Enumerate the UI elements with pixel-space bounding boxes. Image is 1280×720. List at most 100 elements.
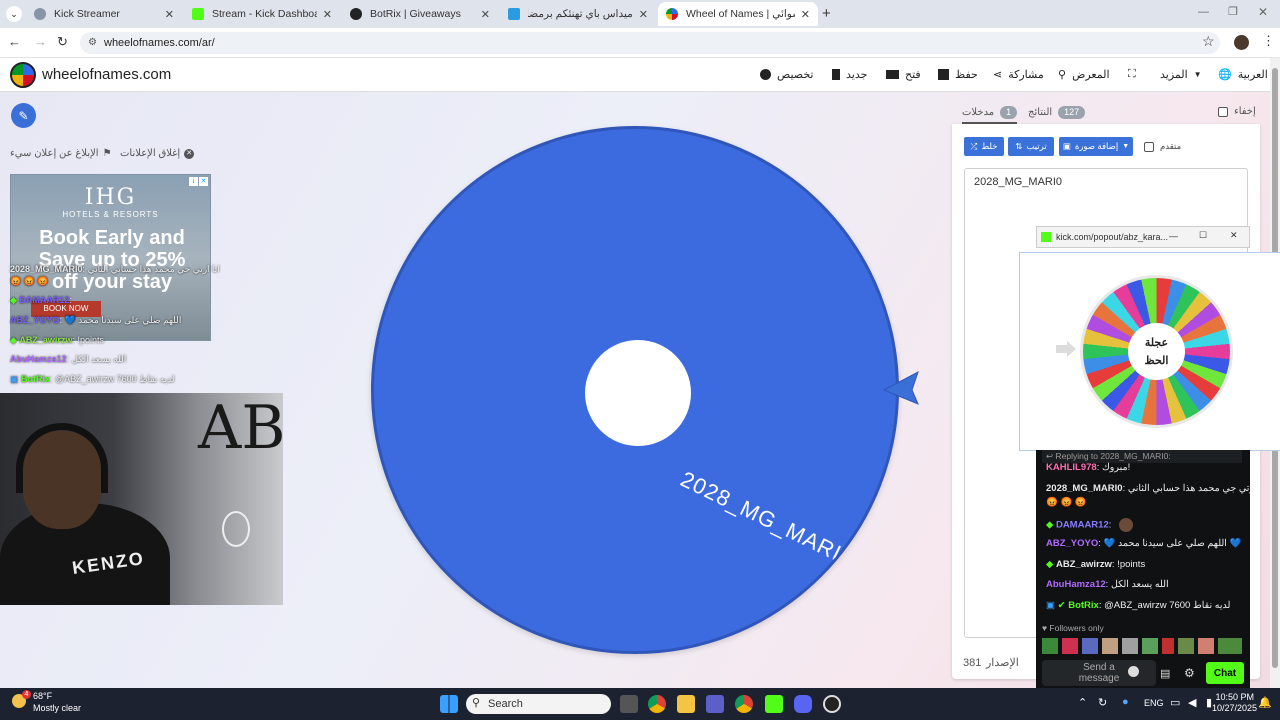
chat-message: ◆ DAMAAR12: — [1046, 518, 1134, 532]
chat-message-input[interactable]: Send a message — [1042, 660, 1156, 686]
chrome-icon[interactable] — [648, 695, 666, 713]
webcam-feed: ABZ KENZO — [0, 393, 283, 605]
close-ads-link[interactable]: إغلاق الإعلانات ✕ — [120, 148, 195, 159]
file-explorer-icon[interactable] — [677, 695, 695, 713]
new-tab-button[interactable]: + — [822, 5, 831, 22]
nav-customize-label: تخصيص — [777, 69, 814, 81]
site-brand[interactable]: wheelofnames.com — [42, 66, 171, 83]
popout-titlebar[interactable]: kick.com/popout/abz_kara... — ☐ ✕ — [1036, 226, 1250, 248]
store-icon[interactable]: ▤ — [1160, 667, 1170, 680]
browser-tab[interactable]: Kick Streamer ✕ — [26, 2, 182, 26]
nav-share[interactable]: ⋖ مشاركة — [993, 68, 1044, 81]
edit-button[interactable]: ✎ — [11, 103, 36, 128]
profile-avatar[interactable] — [1234, 35, 1249, 50]
bookmark-star-icon[interactable]: ☆ — [1202, 33, 1215, 50]
nav-language[interactable]: 🌐 العربية — [1218, 68, 1268, 81]
browser-tab[interactable]: Stream - Kick Dashboard ✕ — [184, 2, 340, 26]
windows-start-icon[interactable] — [440, 695, 458, 713]
wheel[interactable]: 2028_MG_MARI0 — [371, 126, 899, 654]
nav-gallery[interactable]: ⚲ المعرض — [1058, 68, 1110, 81]
settings-gear-icon[interactable]: ⚙ — [1184, 666, 1195, 680]
ad-info-icon[interactable]: i — [189, 177, 198, 186]
site-header: wheelofnames.com تخصيص جديد فتح حفظ ⋖ مش… — [0, 58, 1270, 92]
overlay-chat-line: 2028_MG_MARI0: انا ارتي جي محمد هذا حساب… — [10, 264, 220, 274]
windows-taskbar: 4 68°F Mostly clear ⚲ Search ⌃ ↻ ● ENG ▭… — [0, 688, 1280, 720]
emoji-icon[interactable] — [1128, 666, 1139, 677]
nav-language-label: العربية — [1237, 69, 1268, 81]
back-icon[interactable]: ← — [8, 34, 21, 49]
entry-line: 2028_MG_MARI0 — [974, 176, 1063, 188]
tray-chevron-icon[interactable]: ⌃ — [1078, 696, 1087, 709]
site-logo[interactable] — [10, 62, 36, 88]
nav-more[interactable]: المزيد ▼ — [1160, 68, 1202, 81]
volume-icon[interactable]: ◀ — [1188, 696, 1196, 709]
add-image-button[interactable]: ▣ إضافة صورة ▼ — [1059, 137, 1133, 156]
chrome-menu-icon[interactable]: ⋮ — [1262, 33, 1275, 49]
advanced-toggle[interactable]: متقدم — [1144, 141, 1181, 152]
popout-close-icon[interactable]: ✕ — [1230, 230, 1238, 241]
advanced-checkbox[interactable] — [1144, 141, 1154, 152]
popout-minimize-icon[interactable]: — — [1169, 231, 1178, 241]
close-tab-icon[interactable]: ✕ — [323, 8, 332, 21]
chrome-icon[interactable] — [735, 695, 753, 713]
caret-down-icon: ▼ — [1122, 143, 1130, 150]
restore-window-icon[interactable]: ❐ — [1228, 5, 1238, 18]
nav-customize[interactable]: تخصيص — [760, 68, 814, 81]
hide-checkbox[interactable] — [1218, 106, 1228, 117]
overlay-chat-line: ▣ BotRix: @ABZ_awirzw 7600 لديه نقاط — [10, 374, 175, 384]
tab-entries[interactable]: مدخلات 1 — [962, 106, 1018, 124]
tab-entries-label: مدخلات — [962, 107, 995, 118]
clock[interactable]: 10:50 PM 10/27/2025 — [1212, 692, 1257, 714]
kick-chat: ↩ Replying to 2028_MG_MARI0: KAHLIL978: … — [1036, 450, 1250, 688]
tray-sync-icon[interactable]: ↻ — [1098, 696, 1107, 709]
tab-list-dropdown[interactable]: ⌄ — [6, 6, 22, 22]
minimize-window-icon[interactable]: — — [1198, 6, 1209, 18]
popout-title: kick.com/popout/abz_kara... — [1056, 232, 1169, 242]
sort-button[interactable]: ⇅ ترتيب — [1008, 137, 1054, 156]
nav-new[interactable]: جديد — [832, 68, 867, 81]
chat-input-placeholder: message — [1078, 673, 1120, 684]
chat-message: AbuHamza12: الله يسعد الكل — [1046, 579, 1169, 590]
mini-wheel-text: الحظ — [1144, 354, 1169, 367]
close-tab-icon[interactable]: ✕ — [481, 8, 490, 21]
close-window-icon[interactable]: ✕ — [1258, 5, 1268, 19]
close-tab-icon[interactable]: ✕ — [639, 8, 648, 21]
nav-open[interactable]: فتح — [886, 68, 921, 81]
url-field[interactable]: ⚙ wheelofnames.com/ar/ — [80, 32, 1220, 54]
popout-maximize-icon[interactable]: ☐ — [1199, 230, 1207, 241]
weather-temp: 68°F — [33, 691, 53, 701]
nav-save[interactable]: حفظ — [938, 68, 978, 81]
close-tab-icon[interactable]: ✕ — [801, 8, 810, 21]
ad-close-icon[interactable]: ✕ — [199, 177, 208, 186]
site-info-icon[interactable]: ⚙ — [88, 32, 97, 54]
browser-tab[interactable]: BotRix | Giveaways ✕ — [342, 2, 498, 26]
notifications-icon[interactable]: 🔔 — [1258, 696, 1272, 709]
teams-icon[interactable] — [706, 695, 724, 713]
input-language[interactable]: ENG — [1144, 698, 1164, 708]
network-icon[interactable]: ▭ — [1170, 696, 1180, 709]
media-player-icon[interactable] — [823, 695, 841, 713]
weather-widget[interactable]: 4 68°F Mostly clear — [10, 690, 100, 716]
report-ad-link[interactable]: الإبلاغ عن إعلان سيء ⚑ — [10, 148, 112, 159]
task-view-icon[interactable] — [620, 695, 638, 713]
tab-title: Kick Streamer — [54, 8, 120, 20]
browser-tab[interactable]: ميداس باي تهنئكم برمضان مع أكـ ✕ — [500, 2, 656, 26]
discord-icon[interactable] — [794, 695, 812, 713]
popout-arrow-icon — [1056, 341, 1076, 357]
taskbar-search[interactable]: ⚲ Search — [466, 694, 611, 714]
nav-fullscreen[interactable]: ⛶ — [1128, 68, 1136, 81]
browser-tab-active[interactable]: Wheel of Names | سم العشوائي ✕ — [658, 2, 818, 26]
wheel-hub[interactable] — [585, 340, 691, 446]
tray-mic-icon[interactable]: ● — [1122, 696, 1129, 708]
hide-toggle[interactable]: إخفاء — [1218, 106, 1256, 117]
forward-icon[interactable]: → — [34, 34, 47, 49]
shuffle-button[interactable]: ⤮ خلط — [964, 137, 1004, 156]
tab-results[interactable]: النتائج 127 — [1028, 106, 1086, 119]
emote-row[interactable] — [1042, 638, 1242, 654]
shuffle-label: خلط — [981, 141, 998, 151]
kick-app-icon[interactable] — [765, 695, 783, 713]
reload-icon[interactable]: ↻ — [57, 34, 68, 50]
chat-send-button[interactable]: Chat — [1206, 662, 1244, 684]
chat-input-placeholder: Send a — [1083, 662, 1115, 673]
close-tab-icon[interactable]: ✕ — [165, 8, 174, 21]
